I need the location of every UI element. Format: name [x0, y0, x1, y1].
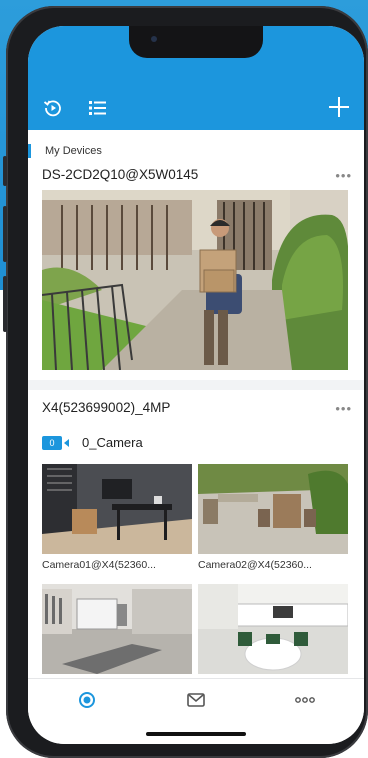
phone-frame: My Devices DS-2CD2Q10@X5W0145 ••• X4(523… [3, 6, 368, 758]
volume-down-button [3, 276, 7, 332]
mute-switch [3, 156, 7, 186]
device-title[interactable]: X4(523699002)_4MP [42, 400, 170, 415]
camera-thumbnail-image [198, 584, 348, 674]
camera-caption: Camera01@X4(52360... [42, 559, 156, 571]
camera-thumbnail[interactable] [42, 584, 192, 674]
device-title[interactable]: DS-2CD2Q10@X5W0145 [42, 167, 198, 182]
app-header [28, 26, 364, 130]
device-list: My Devices DS-2CD2Q10@X5W0145 ••• X4(523… [28, 130, 364, 678]
camera-thumbnail[interactable] [198, 584, 348, 674]
playback-icon[interactable] [43, 98, 63, 123]
list-icon[interactable] [88, 98, 108, 123]
camera-caption: Camera02@X4(52360... [198, 559, 312, 571]
separator [28, 380, 364, 390]
section-label: My Devices [28, 144, 102, 158]
message-icon[interactable] [181, 689, 211, 711]
more-icon[interactable] [290, 689, 320, 711]
camera-thumbnail-image [42, 584, 192, 674]
camera-thumbnail[interactable] [42, 464, 192, 554]
plus-icon[interactable] [328, 96, 350, 123]
camera-live-view[interactable] [42, 190, 348, 370]
camera-thumbnail-image [42, 464, 192, 554]
volume-up-button [3, 206, 7, 262]
notch [129, 26, 263, 58]
app-screen: My Devices DS-2CD2Q10@X5W0145 ••• X4(523… [28, 26, 364, 744]
camera-thumbnail-image [198, 464, 348, 554]
device-more-button[interactable]: ••• [335, 168, 352, 183]
camera-group-name[interactable]: 0_Camera [82, 435, 143, 450]
device-more-button[interactable]: ••• [335, 401, 352, 416]
home-indicator [146, 732, 246, 736]
front-camera [151, 36, 157, 42]
camera-icon [64, 439, 69, 447]
camera-thumbnail[interactable] [198, 464, 348, 554]
home-icon[interactable] [72, 689, 102, 711]
camera-group-badge: 0 [42, 436, 62, 450]
camera-image [42, 190, 348, 370]
